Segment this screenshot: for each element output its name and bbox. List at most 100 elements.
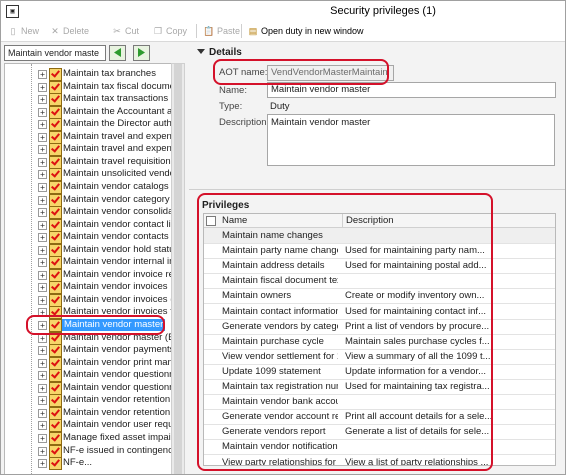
tree-item-label: Maintain tax transactions — [63, 93, 169, 105]
aot-name-highlight — [213, 59, 389, 85]
expand-icon[interactable]: + — [38, 145, 47, 155]
security-privileges-window: ▣ Security privileges (1) ▯ New ✕ Delete ✂… — [0, 0, 566, 475]
duty-icon — [49, 444, 62, 458]
expand-icon[interactable]: + — [38, 408, 47, 418]
expand-icon[interactable]: + — [38, 446, 47, 456]
duty-icon — [49, 180, 62, 194]
duty-icon — [49, 155, 62, 169]
tree-item-label: Maintain vendor questionna — [63, 381, 172, 393]
expand-icon[interactable]: + — [38, 157, 47, 167]
title-bar: ▣ Security privileges (1) — [1, 1, 565, 21]
cut-icon: ✂ — [113, 26, 121, 36]
expand-icon[interactable]: + — [38, 233, 47, 243]
tree-item-label: Maintain the Director author — [63, 118, 172, 130]
tree-item-label: Manage fixed asset impairm — [63, 431, 172, 443]
tree-item-label: Maintain vendor user reques — [63, 419, 172, 431]
expand-icon[interactable]: + — [38, 70, 47, 79]
expand-icon[interactable]: + — [38, 270, 47, 280]
new-button[interactable]: ▯ New — [7, 24, 40, 38]
pane-splitter[interactable] — [189, 189, 565, 190]
expand-icon[interactable]: + — [38, 208, 47, 218]
expand-icon[interactable]: + — [38, 170, 47, 180]
description-label: Description: — [219, 117, 270, 128]
expand-icon[interactable]: + — [38, 195, 47, 205]
expand-icon[interactable]: + — [38, 459, 47, 469]
type-value: Duty — [270, 101, 290, 112]
duty-icon — [49, 218, 62, 232]
delete-icon: ✕ — [51, 26, 59, 36]
duty-icon — [49, 431, 62, 445]
duty-icon — [49, 344, 62, 358]
expand-icon[interactable]: + — [38, 371, 47, 381]
duty-icon — [49, 193, 62, 207]
duty-icon — [49, 231, 62, 245]
tree-item-label: Maintain unsolicited vendor — [63, 168, 172, 180]
expand-icon[interactable]: + — [38, 358, 47, 368]
cut-button[interactable]: ✂ Cut — [111, 24, 139, 38]
toolbar: ▯ New ✕ Delete ✂ Cut ❐ Copy 📋 Paste ▤ Open dut… — [1, 21, 565, 42]
paste-button[interactable]: 📋 Paste — [203, 24, 240, 38]
expand-icon[interactable]: + — [38, 258, 47, 268]
expand-icon[interactable]: + — [38, 95, 47, 105]
duty-icon — [49, 406, 62, 420]
expand-icon[interactable]: + — [38, 396, 47, 406]
delete-button[interactable]: ✕ Delete — [49, 24, 89, 38]
tree-item-label: Maintain vendor contact list — [63, 218, 172, 230]
expand-icon[interactable]: + — [38, 433, 47, 443]
open-duty-button[interactable]: ▤ Open duty in new window — [247, 24, 364, 38]
expand-icon[interactable]: + — [38, 295, 47, 305]
duty-icon — [49, 381, 62, 395]
expand-icon[interactable]: + — [38, 245, 47, 255]
duty-icon — [49, 457, 62, 471]
duty-icon — [49, 168, 62, 182]
duty-icon — [49, 143, 62, 157]
collapse-icon — [197, 49, 205, 54]
expand-icon[interactable]: + — [38, 120, 47, 130]
duty-icon — [49, 394, 62, 408]
tree-item-label: Maintain travel and expense — [63, 143, 172, 155]
expand-icon[interactable]: + — [38, 82, 47, 92]
duty-tree[interactable]: + Maintain tax branches + Maintain tax fisc… — [4, 63, 172, 474]
next-button[interactable] — [133, 45, 150, 61]
duty-tree-pane: Maintain vendor maste + Maintain tax bran… — [1, 42, 186, 474]
expand-icon[interactable]: + — [38, 132, 47, 142]
duty-icon — [49, 105, 62, 119]
duty-icon — [49, 243, 62, 257]
tree-scrollbar[interactable] — [171, 63, 185, 474]
details-section-header[interactable]: Details — [197, 47, 242, 58]
expand-icon[interactable]: + — [38, 220, 47, 230]
duty-icon — [49, 256, 62, 270]
copy-icon: ❐ — [153, 26, 163, 36]
duty-icon — [49, 206, 62, 220]
window-title: Security privileges (1) — [330, 5, 436, 17]
previous-button[interactable] — [109, 45, 126, 61]
expand-icon[interactable]: + — [38, 182, 47, 192]
privileges-highlight — [197, 193, 493, 471]
duty-icon — [49, 93, 62, 107]
arrow-right-icon — [138, 48, 145, 57]
search-input[interactable]: Maintain vendor maste — [4, 45, 106, 61]
tree-item-label: Maintain tax branches — [63, 68, 156, 79]
tree-item-label: Maintain vendor questionna — [63, 369, 172, 381]
expand-icon[interactable]: + — [38, 421, 47, 431]
tree-item-label: Maintain vendor category ex — [63, 193, 172, 205]
paste-icon: 📋 — [203, 26, 215, 36]
scrollbar-thumb[interactable] — [174, 64, 182, 474]
expand-icon[interactable]: + — [38, 107, 47, 117]
tree-item-label: Maintain vendor contacts — [63, 231, 169, 243]
expand-icon[interactable]: + — [38, 383, 47, 393]
copy-button[interactable]: ❐ Copy — [152, 24, 187, 38]
tree-item-label: Maintain travel requisitions a — [63, 155, 172, 167]
expand-icon[interactable]: + — [38, 283, 47, 293]
selected-item-highlight — [26, 315, 165, 335]
tree-item-label: Maintain vendor retention — [63, 394, 171, 406]
expand-icon[interactable]: + — [38, 346, 47, 356]
description-field[interactable]: Maintain vendor master — [267, 114, 555, 166]
tree-item-label: Maintain vendor print mana — [63, 356, 172, 368]
tree-item-label: Maintain vendor invoice reg — [63, 268, 172, 280]
tree-item-label: Maintain vendor internal inv — [63, 256, 172, 268]
tree-connector — [31, 64, 32, 474]
toolbar-separator — [196, 24, 197, 38]
duty-icon — [49, 68, 62, 81]
toolbar-separator — [241, 24, 242, 38]
